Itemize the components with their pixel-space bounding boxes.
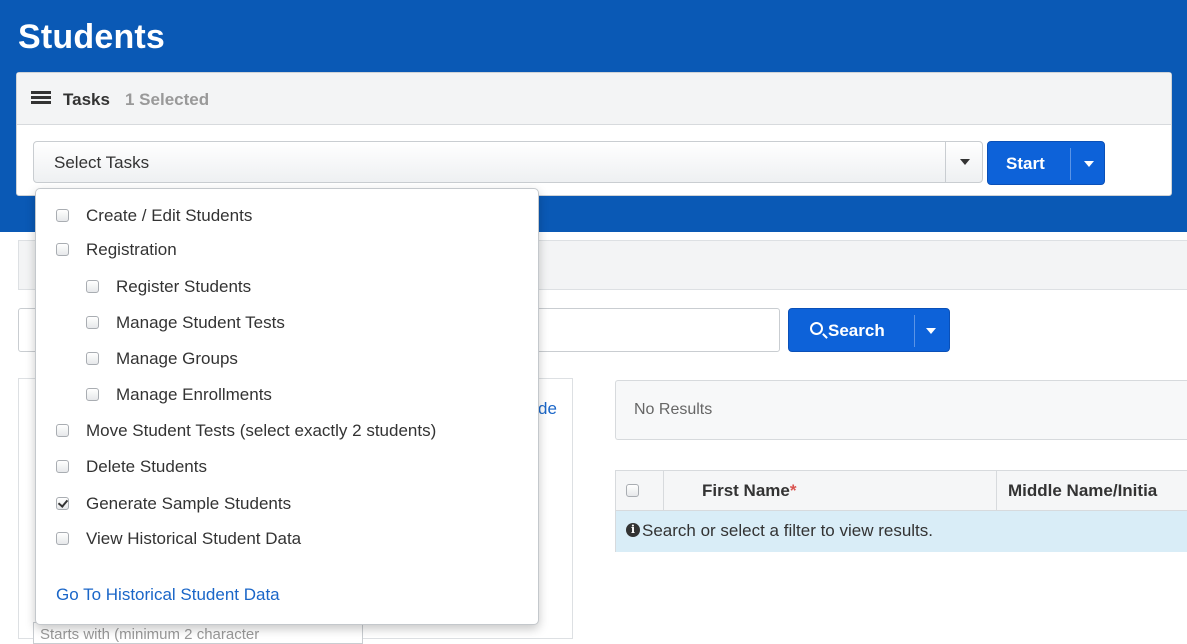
task-checkbox[interactable]: [86, 280, 99, 293]
starts-with-input[interactable]: Starts with (minimum 2 character: [33, 622, 363, 644]
tasks-list-icon: [31, 90, 51, 106]
task-option-label: Manage Groups: [116, 349, 238, 368]
results-status: No Results: [634, 401, 713, 418]
task-checkbox[interactable]: [56, 209, 69, 222]
start-button-label: Start: [1006, 154, 1045, 173]
column-divider: [996, 471, 997, 511]
info-message: Search or select a filter to view result…: [642, 521, 934, 540]
info-row: i Search or select a filter to view resu…: [616, 511, 1187, 552]
task-option-label: Generate Sample Students: [86, 494, 292, 513]
column-header-middle-name[interactable]: Middle Name/Initia: [1008, 481, 1157, 501]
results-panel: No Results: [615, 380, 1187, 440]
task-checkbox[interactable]: [56, 460, 69, 473]
task-option-label: Register Students: [116, 277, 252, 296]
required-marker: *: [789, 481, 797, 500]
start-divider: [1070, 148, 1071, 180]
task-checkbox[interactable]: [86, 388, 99, 401]
task-option-label: Registration: [86, 240, 177, 259]
start-button[interactable]: Start: [987, 141, 1105, 185]
task-option-label: Manage Student Tests: [116, 313, 285, 332]
task-select-toggle[interactable]: [945, 142, 983, 182]
search-divider: [914, 315, 915, 347]
task-select[interactable]: Select Tasks: [33, 141, 983, 183]
task-checkbox[interactable]: [86, 316, 99, 329]
task-select-value: Select Tasks: [54, 153, 150, 172]
task-checkbox-checked[interactable]: [56, 497, 69, 510]
search-button-label: Search: [828, 321, 885, 340]
task-option-label: Delete Students: [86, 457, 207, 476]
column-divider: [663, 471, 664, 511]
search-icon: [810, 322, 823, 335]
chevron-down-icon[interactable]: [1084, 161, 1094, 167]
task-checkbox[interactable]: [56, 532, 69, 545]
chevron-down-icon[interactable]: [926, 328, 936, 334]
tasks-title: Tasks: [63, 90, 110, 109]
task-dropdown-menu: Create / Edit Students Registration Regi…: [35, 188, 539, 625]
task-option-label: Move Student Tests (select exactly 2 stu…: [86, 421, 437, 440]
chevron-down-icon: [960, 159, 970, 165]
page-title: Students: [18, 18, 166, 56]
column-header-first-name[interactable]: First Name*: [702, 481, 797, 501]
search-button[interactable]: Search: [788, 308, 950, 352]
hide-filters-link[interactable]: de: [538, 399, 557, 419]
tasks-header: Tasks 1 Selected: [17, 73, 1171, 125]
historical-data-link[interactable]: Go To Historical Student Data: [56, 585, 280, 605]
column-label: First Name: [702, 481, 790, 500]
task-option-label: Create / Edit Students: [86, 206, 253, 225]
task-checkbox[interactable]: [86, 352, 99, 365]
info-icon: i: [626, 523, 640, 537]
tasks-panel: Tasks 1 Selected Select Tasks Start: [16, 72, 1172, 196]
task-option-label: Manage Enrollments: [116, 385, 272, 404]
task-option-label: View Historical Student Data: [86, 529, 302, 548]
selected-count: 1 Selected: [125, 90, 210, 109]
task-checkbox[interactable]: [56, 424, 69, 437]
students-table: First Name* Middle Name/Initia i Search …: [615, 470, 1187, 552]
table-header: First Name* Middle Name/Initia: [616, 471, 1187, 511]
task-checkbox[interactable]: [56, 243, 69, 256]
select-all-checkbox[interactable]: [626, 484, 639, 497]
